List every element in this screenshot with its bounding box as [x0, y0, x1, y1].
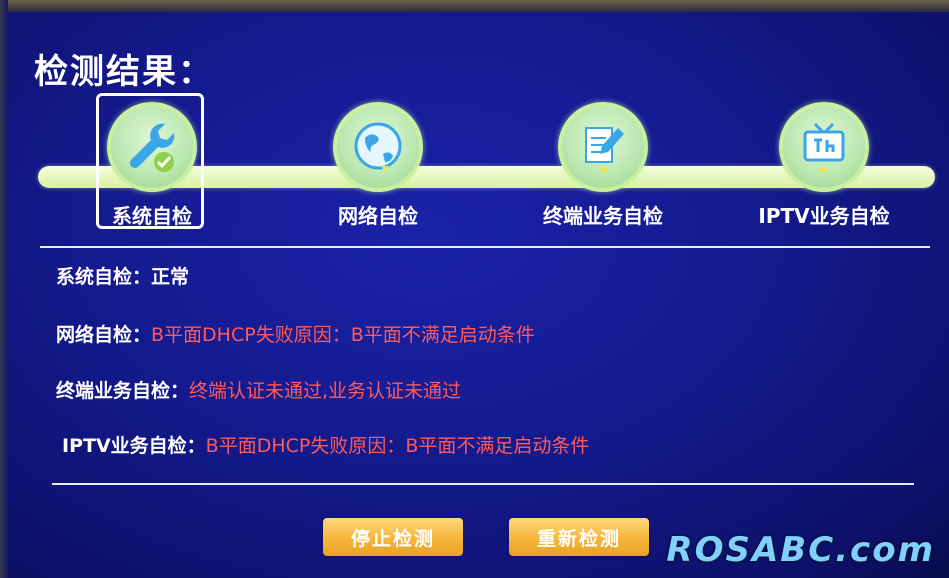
result-value: 正常 [151, 266, 190, 288]
result-value: B平面DHCP失败原因：B平面不满足启动条件 [151, 324, 535, 346]
result-value: 终端认证未通过,业务认证未通过 [189, 380, 462, 402]
result-key: 系统自检： [56, 266, 152, 288]
document-pen-icon [558, 102, 648, 192]
divider-top [40, 246, 930, 248]
result-key: 终端业务自检： [56, 380, 190, 402]
wrench-check-icon [107, 102, 197, 192]
page-title: 检测结果： [34, 52, 214, 92]
result-row-network: 网络自检：B平面DHCP失败原因：B平面不满足启动条件 [56, 320, 535, 347]
retest-button[interactable]: 重新检测 [509, 518, 649, 556]
result-row-terminal: 终端业务自检：终端认证未通过,业务认证未通过 [56, 376, 461, 403]
tv-bezel-left [0, 0, 8, 578]
result-row-iptv: IPTV业务自检：B平面DHCP失败原因：B平面不满足启动条件 [62, 431, 589, 458]
diagnostic-screen: 检测结果： 系统自检 网络自检 终端业务自检 IPTV业务自检 系统自检：正常 … [0, 0, 949, 578]
step-label: 网络自检 [338, 204, 418, 228]
result-key: IPTV业务自检： [62, 435, 206, 457]
globe-icon [333, 102, 423, 192]
result-value: B平面DHCP失败原因：B平面不满足启动条件 [205, 435, 590, 457]
step-label: 终端业务自检 [543, 204, 663, 228]
tv-bezel-top [0, 0, 949, 12]
step-label: IPTV业务自检 [758, 204, 890, 228]
step-label: 系统自检 [112, 204, 192, 228]
step-network-check[interactable]: 网络自检 [273, 96, 483, 232]
tv-icon [779, 102, 869, 192]
watermark: ROSABC.com [666, 530, 935, 570]
divider-bottom [52, 483, 914, 485]
stop-test-button[interactable]: 停止检测 [323, 518, 463, 556]
result-key: 网络自检： [56, 324, 152, 346]
result-row-system: 系统自检：正常 [56, 262, 189, 289]
step-iptv-service-check[interactable]: IPTV业务自检 [719, 96, 929, 232]
step-terminal-service-check[interactable]: 终端业务自检 [498, 96, 708, 232]
step-system-check[interactable]: 系统自检 [47, 93, 257, 232]
